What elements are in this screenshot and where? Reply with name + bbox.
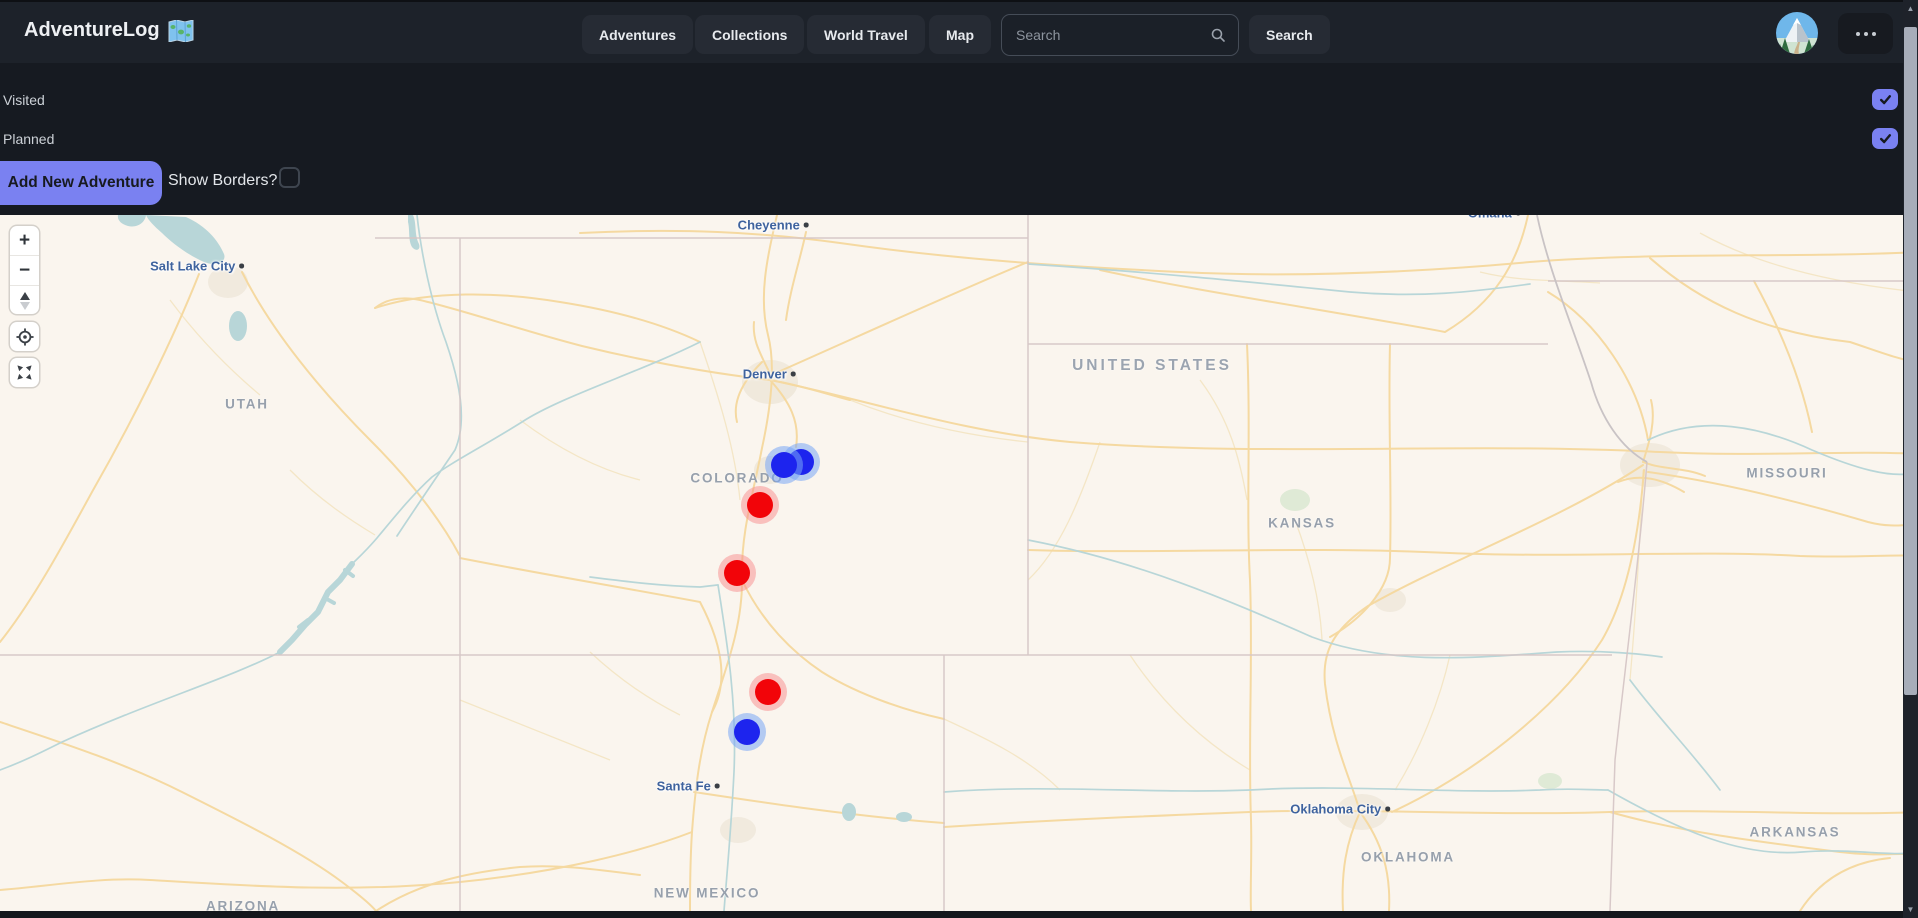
map-state-label: UTAH: [225, 397, 269, 412]
visited-label: Visited: [3, 92, 45, 108]
map-city-label: Cheyenne: [738, 218, 809, 233]
map-city-label: Salt Lake City: [150, 259, 244, 274]
ellipsis-icon: [1856, 32, 1860, 36]
search-icon: [1210, 27, 1226, 43]
map-city-label: Denver: [743, 367, 796, 382]
city-dot-icon: [239, 264, 244, 269]
map-canvas[interactable]: + − UNITED STATES UTAH COLORADO KANSAS MISSO…: [0, 215, 1903, 911]
map-city-label: Santa Fe: [657, 779, 720, 794]
map-state-label: COLORADO: [690, 471, 783, 486]
compass-button[interactable]: [10, 285, 39, 315]
scroll-up-arrow-icon[interactable]: ▲: [1903, 0, 1918, 16]
map-state-label: MISSOURI: [1746, 466, 1827, 481]
map-state-label: ARKANSAS: [1750, 825, 1841, 840]
planned-checkbox[interactable]: [1872, 128, 1898, 149]
check-icon: [1878, 132, 1893, 145]
overflow-menu-button[interactable]: [1838, 13, 1893, 54]
world-map-icon: [168, 20, 194, 42]
app-logo[interactable]: AdventureLog: [24, 19, 194, 42]
map-state-label: KANSAS: [1268, 516, 1336, 531]
page-scrollbar: ▲ ▼: [1903, 0, 1918, 918]
show-borders-checkbox[interactable]: [279, 167, 300, 188]
map-state-label: ARIZONA: [206, 899, 280, 912]
fullscreen-icon: [16, 364, 33, 381]
city-dot-icon: [791, 372, 796, 377]
check-icon: [1878, 93, 1893, 106]
search-box: [1001, 14, 1239, 56]
locate-icon: [16, 328, 34, 346]
show-borders-label: Show Borders?: [168, 172, 277, 190]
adventure-marker-blue[interactable]: [771, 452, 797, 478]
map-city-label: Oklahoma City: [1290, 802, 1390, 817]
visited-checkbox[interactable]: [1872, 89, 1898, 110]
map-state-label: OKLAHOMA: [1361, 850, 1455, 865]
zoom-out-button[interactable]: −: [10, 255, 39, 285]
map-artwork: [0, 215, 1903, 911]
adventure-marker-red[interactable]: [747, 492, 773, 518]
city-dot-icon: [804, 223, 809, 228]
planned-label: Planned: [3, 131, 54, 147]
adventure-marker-red[interactable]: [755, 679, 781, 705]
map-state-label: NEW MEXICO: [654, 886, 761, 901]
fullscreen-button[interactable]: [10, 358, 39, 387]
nav-collections-button[interactable]: Collections: [695, 15, 804, 54]
adventurelog-app: { "header": { "title": "AdventureLog", "…: [0, 0, 1918, 918]
map-country-label: UNITED STATES: [1072, 357, 1232, 375]
scrollbar-thumb[interactable]: [1904, 27, 1917, 695]
search-input[interactable]: [1002, 27, 1210, 43]
search-submit-button[interactable]: Search: [1249, 15, 1330, 54]
nav-map-button[interactable]: Map: [929, 15, 991, 54]
adventure-marker-blue[interactable]: [734, 719, 760, 745]
zoom-in-button[interactable]: +: [10, 226, 39, 255]
add-new-adventure-button[interactable]: Add New Adventure: [0, 161, 162, 205]
compass-icon: [19, 292, 31, 310]
geolocate-button[interactable]: [10, 322, 39, 351]
nav-adventures-button[interactable]: Adventures: [582, 15, 693, 54]
mountain-photo: [1776, 12, 1818, 54]
adventure-marker-red[interactable]: [724, 560, 750, 586]
city-dot-icon: [715, 784, 720, 789]
top-navbar: AdventureLog Adventures Collections Worl…: [0, 0, 1903, 65]
scroll-down-arrow-icon[interactable]: ▼: [1903, 901, 1918, 917]
map-city-label: Omaha: [1468, 215, 1521, 221]
app-title: AdventureLog: [24, 19, 160, 42]
city-dot-icon: [1385, 807, 1390, 812]
zoom-control-group: + −: [10, 226, 39, 314]
nav-world-travel-button[interactable]: World Travel: [807, 15, 925, 54]
user-avatar[interactable]: [1776, 12, 1818, 54]
map-filter-toolbar: Visited Planned Add New Adventure Show B…: [0, 63, 1903, 215]
